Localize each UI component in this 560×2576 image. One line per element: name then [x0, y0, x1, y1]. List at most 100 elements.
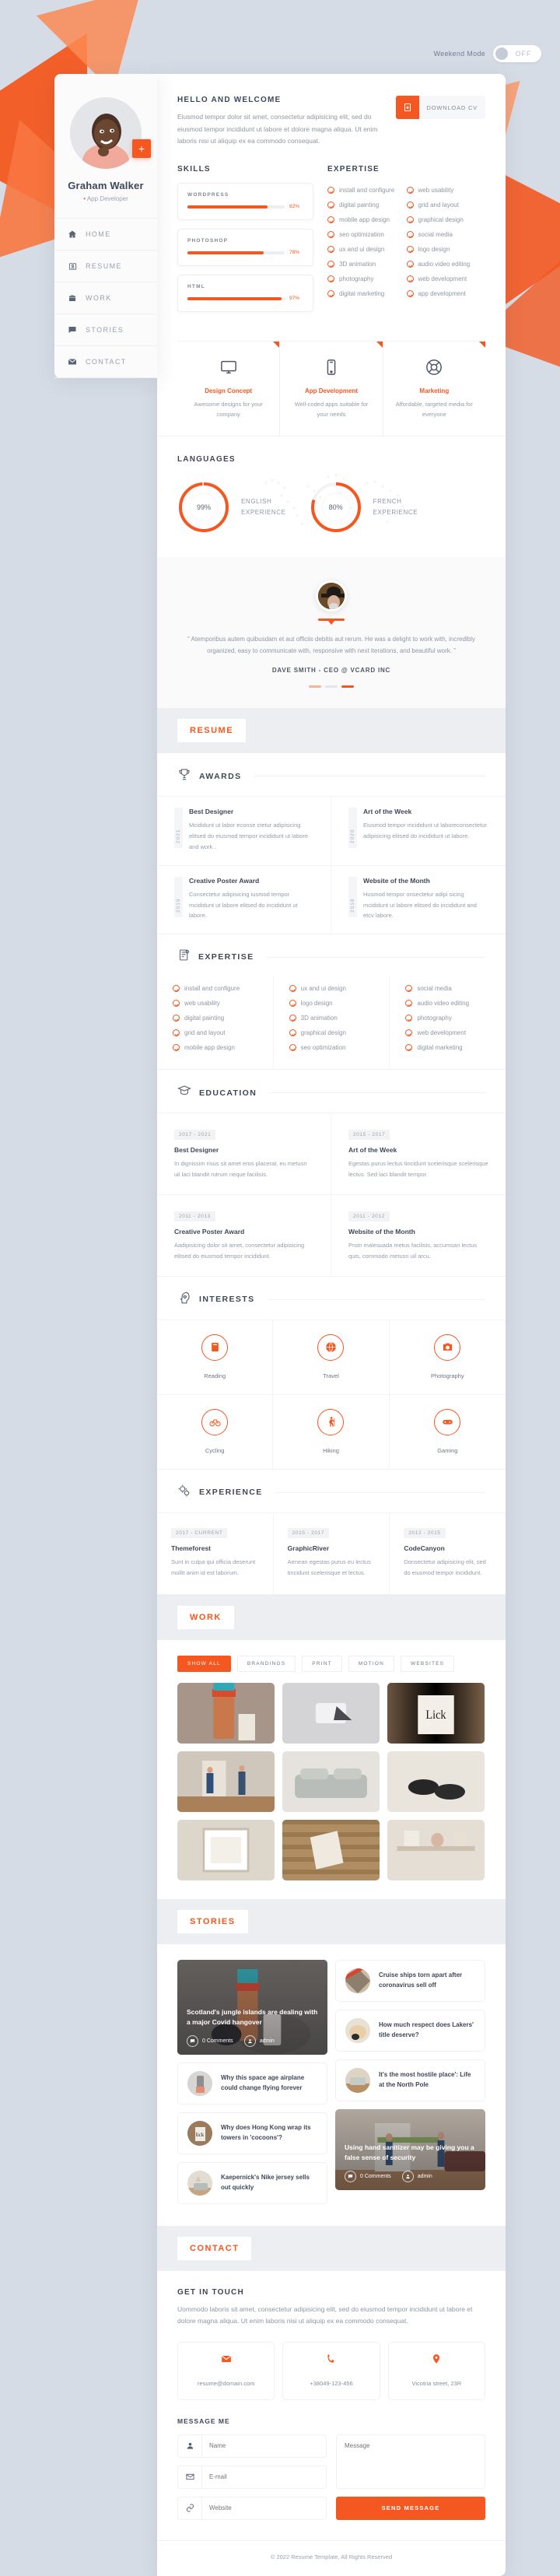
- story-thumbnail: [187, 2070, 212, 2096]
- sidebar-item-stories[interactable]: STORIES: [54, 314, 157, 345]
- expertise-item[interactable]: digital painting: [327, 198, 407, 212]
- expertise-item[interactable]: audio video editing: [405, 996, 490, 1011]
- work-item-grey-device[interactable]: [282, 1682, 380, 1744]
- expertise-item[interactable]: logo design: [289, 996, 374, 1011]
- work-item-frame-mockup[interactable]: [177, 1819, 275, 1880]
- work-item-bottle-mockup[interactable]: [177, 1682, 275, 1744]
- story-list-item[interactable]: It's the most hostile place': Life at th…: [335, 2059, 485, 2101]
- expertise-item[interactable]: digital marketing: [327, 286, 407, 301]
- service-card-app[interactable]: App Development Well-coded apps suitable…: [280, 342, 383, 436]
- work-item-wood-floor[interactable]: [282, 1819, 380, 1880]
- expertise-item[interactable]: seo optimization: [289, 1040, 374, 1055]
- website-field-wrapper[interactable]: [177, 2496, 327, 2520]
- service-card-marketing[interactable]: Marketing Affordable, targeted media for…: [383, 342, 485, 436]
- expertise-item[interactable]: install and configure: [173, 981, 257, 996]
- education-block: EDUCATION 2017 - 2021 Best Designer In dig…: [157, 1070, 506, 1277]
- testimonial-pagination[interactable]: [177, 685, 485, 689]
- pagination-dot[interactable]: [325, 685, 338, 689]
- work-item-grey-sofa[interactable]: [282, 1751, 380, 1812]
- work-filter-show-all[interactable]: SHOW ALL: [177, 1655, 231, 1672]
- languages-section: LANGUAGES 99% ENGLISH EXPERIENCE 80% FRE…: [157, 435, 506, 557]
- expertise-item[interactable]: web development: [406, 272, 486, 286]
- contact-card-phone[interactable]: +38049-123-456: [282, 2341, 380, 2400]
- expertise-item[interactable]: social media: [406, 227, 486, 242]
- name-field-wrapper[interactable]: [177, 2434, 327, 2458]
- sidebar-item-resume[interactable]: RESUME: [54, 250, 157, 282]
- expertise-item[interactable]: logo design: [406, 242, 486, 257]
- work-filter-brandings[interactable]: BRANDINGS: [236, 1655, 296, 1672]
- expertise-item[interactable]: install and configure: [327, 183, 407, 198]
- profile-role: • App Developer: [54, 195, 157, 202]
- expertise-item[interactable]: ux and ui design: [289, 981, 374, 996]
- expertise-item[interactable]: digital marketing: [405, 1040, 490, 1055]
- interest-item[interactable]: Photography: [389, 1319, 506, 1394]
- service-card-design[interactable]: Design Concept Awesome designs for your …: [177, 342, 281, 436]
- education-grid: 2017 - 2021 Best Designer In dignissim ris…: [157, 1113, 506, 1276]
- award-item: 2021 Best Designer Mcididunt ut labor econ…: [157, 796, 331, 865]
- story-list-item[interactable]: lick Why does Hong Kong wrap its towers i…: [177, 2112, 327, 2154]
- interest-item[interactable]: Cycling: [157, 1393, 274, 1469]
- story-list-item[interactable]: How much respect does Lakers' title dese…: [335, 2009, 485, 2052]
- sidebar-item-contact[interactable]: CONTACT: [54, 345, 157, 378]
- expertise-item[interactable]: web usability: [173, 996, 257, 1011]
- interest-item[interactable]: Reading: [157, 1319, 274, 1394]
- hiking-icon: [317, 1408, 345, 1435]
- expertise-item[interactable]: mobile app design: [173, 1040, 257, 1055]
- email-input[interactable]: [201, 2466, 326, 2488]
- story-list-item[interactable]: Cruise ships torn apart after coronaviru…: [335, 1959, 485, 2002]
- education-header: EDUCATION: [157, 1070, 506, 1113]
- expertise-item[interactable]: graphical design: [406, 212, 486, 227]
- expertise-item[interactable]: 3D animation: [289, 1011, 374, 1025]
- service-text: Affordable, targeted media for everyone: [395, 401, 473, 418]
- expertise-item[interactable]: app development: [406, 286, 486, 301]
- interest-item[interactable]: Travel: [273, 1319, 390, 1394]
- work-item-black-shoes[interactable]: [387, 1751, 485, 1812]
- expertise-item[interactable]: digital painting: [173, 1011, 257, 1025]
- work-item-lick-poster[interactable]: Lick: [387, 1682, 485, 1744]
- sidebar-item-work[interactable]: WORK: [54, 282, 157, 314]
- expertise-item[interactable]: photography: [327, 272, 407, 286]
- expertise-item[interactable]: grid and layout: [406, 198, 486, 212]
- user-icon: [401, 2170, 414, 2182]
- work-filter-print[interactable]: PRINT: [302, 1655, 342, 1672]
- interest-item[interactable]: Hiking: [273, 1393, 390, 1469]
- interest-item[interactable]: Gaming: [389, 1393, 506, 1469]
- send-message-button[interactable]: SEND MESSAGE: [336, 2496, 485, 2520]
- expertise-item[interactable]: 3D animation: [327, 257, 407, 272]
- contact-card-email[interactable]: resume@domain.com: [177, 2341, 275, 2400]
- pagination-dot-active[interactable]: [341, 685, 354, 689]
- work-ribbon: WORK: [157, 1594, 506, 1640]
- skill-card: PHOTOSHOP 78%: [177, 229, 313, 267]
- work-filter-motion[interactable]: MOTION: [348, 1655, 394, 1672]
- story-list-item[interactable]: Why this space age airplane could change…: [177, 2062, 327, 2105]
- check-icon: [173, 1000, 180, 1008]
- pagination-dot[interactable]: [309, 685, 321, 689]
- weekend-mode-toggle[interactable]: OFF: [493, 45, 541, 62]
- expertise-item[interactable]: grid and layout: [173, 1025, 257, 1040]
- work-filter-websites[interactable]: WEBSITES: [401, 1655, 455, 1672]
- name-input[interactable]: [201, 2434, 326, 2457]
- expertise-item[interactable]: web usability: [406, 183, 486, 198]
- expertise-item-label: seo optimization: [339, 231, 384, 239]
- story-featured-1[interactable]: Scotland's jungle islands are dealing wi…: [177, 1959, 327, 2055]
- work-item-shelf-decor[interactable]: [387, 1819, 485, 1880]
- expertise-item[interactable]: photography: [405, 1011, 490, 1025]
- website-input[interactable]: [201, 2497, 326, 2519]
- email-field-wrapper[interactable]: [177, 2465, 327, 2489]
- resume-expertise-columns: install and configure web usability digita…: [157, 976, 506, 1070]
- expertise-item[interactable]: mobile app design: [327, 212, 407, 227]
- download-cv-button[interactable]: DOWNLOAD CV: [395, 96, 485, 119]
- story-list-item[interactable]: Kaepernick's Nike jersey sells out quick…: [177, 2161, 327, 2204]
- add-photo-button[interactable]: +: [132, 139, 151, 158]
- expertise-item[interactable]: web development: [405, 1025, 490, 1040]
- work-item-interior-people[interactable]: [177, 1751, 275, 1812]
- expertise-item[interactable]: social media: [405, 981, 490, 996]
- story-featured-2[interactable]: Using hand sanitizer may be giving you a…: [335, 2108, 485, 2190]
- expertise-item[interactable]: graphical design: [289, 1025, 374, 1040]
- expertise-item[interactable]: seo optimization: [327, 227, 407, 242]
- user-icon: [243, 2035, 256, 2047]
- expertise-item[interactable]: ux and ui design: [327, 242, 407, 257]
- expertise-item[interactable]: audio video editing: [406, 257, 486, 272]
- sidebar-item-home[interactable]: HOME: [54, 218, 157, 250]
- contact-card-address[interactable]: Vicotria street, 23R: [387, 2341, 485, 2400]
